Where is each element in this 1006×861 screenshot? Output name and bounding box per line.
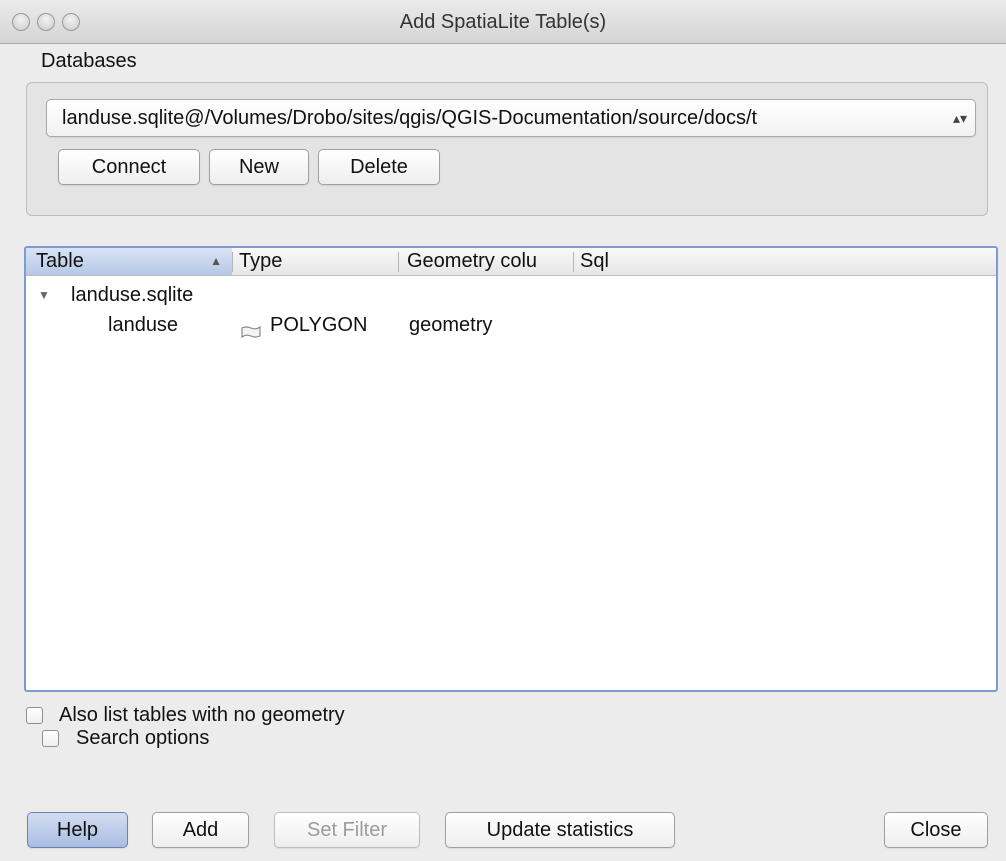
- column-header-type-label: Type: [239, 250, 283, 272]
- sort-ascending-icon: ▲: [210, 254, 222, 268]
- update-statistics-button[interactable]: Update statistics: [445, 812, 675, 848]
- column-header-type[interactable]: Type: [233, 248, 398, 275]
- delete-button[interactable]: Delete: [318, 149, 440, 185]
- expand-arrow-icon[interactable]: ▼: [38, 280, 50, 310]
- close-button[interactable]: Close: [884, 812, 988, 848]
- database-select[interactable]: landuse.sqlite@/Volumes/Drobo/sites/qgis…: [46, 99, 976, 137]
- tree-row-geometry: geometry: [409, 314, 493, 336]
- column-header-table-label: Table: [36, 250, 84, 272]
- column-header-geometry-label: Geometry colu: [407, 250, 538, 272]
- add-spatialite-dialog: Add SpatiaLite Table(s) Databases landus…: [0, 0, 1006, 861]
- tables-tree[interactable]: Table ▲ Type Geometry colu Sql ▼ landuse…: [24, 246, 998, 692]
- help-button[interactable]: Help: [27, 812, 128, 848]
- no-geometry-checkbox[interactable]: [26, 707, 43, 724]
- tree-row-table: landuse.sqlite: [71, 284, 194, 306]
- new-button[interactable]: New: [209, 149, 309, 185]
- tree-row-table: landuse: [108, 314, 179, 336]
- tree-row-type: POLYGON: [270, 314, 368, 336]
- tree-header: Table ▲ Type Geometry colu Sql: [26, 248, 996, 276]
- tree-row[interactable]: landuse POLYGON geometry: [26, 310, 996, 340]
- search-options-label: Search options: [76, 727, 210, 749]
- column-header-sql-label: Sql: [580, 250, 609, 272]
- add-button[interactable]: Add: [152, 812, 249, 848]
- database-select-value: landuse.sqlite@/Volumes/Drobo/sites/qgis…: [62, 107, 758, 129]
- column-header-sql[interactable]: Sql: [574, 248, 994, 275]
- connect-button[interactable]: Connect: [58, 149, 200, 185]
- title-bar[interactable]: Add SpatiaLite Table(s): [0, 0, 1006, 44]
- tree-row[interactable]: ▼ landuse.sqlite: [26, 280, 996, 310]
- column-header-geometry[interactable]: Geometry colu: [399, 248, 573, 275]
- polygon-icon: [240, 318, 262, 348]
- set-filter-button[interactable]: Set Filter: [274, 812, 420, 848]
- updown-arrows-icon: ▴▾: [952, 110, 967, 126]
- column-header-table[interactable]: Table ▲: [26, 248, 232, 275]
- search-options-checkbox[interactable]: [42, 730, 59, 747]
- window-title: Add SpatiaLite Table(s): [399, 11, 607, 33]
- databases-group-label: Databases: [41, 50, 137, 72]
